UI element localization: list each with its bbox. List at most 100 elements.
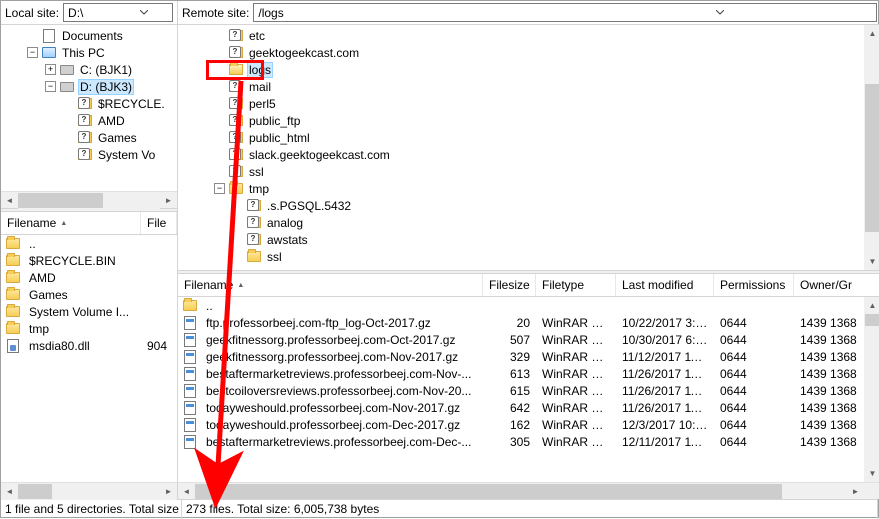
local-file-header[interactable]: Filename File (1, 212, 177, 235)
list-item[interactable]: $RECYCLE.BIN (1, 252, 177, 269)
list-item[interactable]: AMD (1, 269, 177, 286)
file-perms: 0644 (714, 418, 794, 432)
tree-item[interactable]: public_ftp (178, 112, 864, 129)
list-item[interactable]: ftp.professorbeej.com-ftp_log-Oct-2017.g… (178, 314, 864, 331)
list-item[interactable]: .. (1, 235, 177, 252)
list-item[interactable]: bestcoiloversreviews.professorbeej.com-N… (178, 382, 864, 399)
tree-item[interactable]: analog (178, 214, 864, 231)
folder-q-icon (77, 96, 93, 112)
scroll-right-icon[interactable]: ► (160, 192, 177, 209)
tree-item[interactable]: $RECYCLE. (1, 95, 177, 112)
folder-q-icon (228, 164, 244, 180)
local-tree[interactable]: Documents−This PC+C: (BJK1)−D: (BJK3)$RE… (1, 25, 177, 191)
tree-item[interactable]: −D: (BJK3) (1, 78, 177, 95)
file-name: bestaftermarketreviews.professorbeej.com… (200, 435, 483, 449)
col-filename[interactable]: Filename (1, 212, 141, 234)
tree-item[interactable]: logs (178, 61, 864, 78)
col-filesize[interactable]: File (141, 212, 177, 234)
tree-item[interactable]: etc (178, 27, 864, 44)
remote-tree-vscroll[interactable]: ▲ ▼ (864, 25, 879, 270)
file-perms: 0644 (714, 367, 794, 381)
file-name: $RECYCLE.BIN (23, 254, 139, 268)
tree-item[interactable]: System Vo (1, 146, 177, 163)
remote-site-combo[interactable]: /logs (253, 3, 877, 22)
list-item[interactable]: msdia80.dll904 (1, 337, 177, 354)
remote-file-header[interactable]: Filename Filesize Filetype Last modified… (178, 274, 879, 297)
tree-item[interactable]: −tmp (178, 180, 864, 197)
scroll-left-icon[interactable]: ◄ (1, 192, 18, 209)
folder-q-icon (246, 215, 262, 231)
file-modified: 10/22/2017 3:0... (616, 316, 714, 330)
col-modified[interactable]: Last modified (616, 274, 714, 296)
list-item[interactable]: todayweshould.professorbeej.com-Dec-2017… (178, 416, 864, 433)
tree-item[interactable]: mail (178, 78, 864, 95)
scroll-up-icon[interactable]: ▲ (864, 297, 879, 314)
collapse-icon[interactable]: − (214, 183, 225, 194)
file-type: WinRAR ar... (536, 435, 616, 449)
tree-item[interactable]: ssl (178, 248, 864, 265)
scroll-left-icon[interactable]: ◄ (1, 483, 18, 500)
file-modified: 10/30/2017 6:2... (616, 333, 714, 347)
local-site-combo[interactable]: D:\ (63, 3, 173, 22)
list-item[interactable]: geekfitnessorg.professorbeej.com-Oct-201… (178, 331, 864, 348)
folder-q-icon (77, 113, 93, 129)
local-file-list[interactable]: .. $RECYCLE.BINAMDGamesSystem Volume I...… (1, 235, 177, 482)
list-item[interactable]: bestaftermarketreviews.professorbeej.com… (178, 365, 864, 382)
file-perms: 0644 (714, 350, 794, 364)
folder-q-icon (228, 96, 244, 112)
collapse-icon[interactable]: − (27, 47, 38, 58)
list-item[interactable]: todayweshould.professorbeej.com-Nov-2017… (178, 399, 864, 416)
remote-files-vscroll[interactable]: ▲ ▼ (864, 297, 879, 482)
tree-item[interactable]: geektogeekcast.com (178, 44, 864, 61)
col-filetype[interactable]: Filetype (536, 274, 616, 296)
file-owner: 1439 1368 (794, 316, 864, 330)
scroll-down-icon[interactable]: ▼ (864, 465, 879, 482)
col-owner[interactable]: Owner/Gr (794, 274, 879, 296)
local-files-hscroll[interactable]: ◄ ► (1, 482, 177, 499)
scroll-right-icon[interactable]: ► (847, 483, 864, 500)
tree-item[interactable]: Documents (1, 27, 177, 44)
list-item[interactable]: bestaftermarketreviews.professorbeej.com… (178, 433, 864, 450)
scroll-down-icon[interactable]: ▼ (864, 253, 879, 270)
remote-site-label: Remote site: (182, 6, 249, 20)
col-filesize[interactable]: Filesize (483, 274, 536, 296)
tree-item[interactable]: public_html (178, 129, 864, 146)
list-item[interactable]: Games (1, 286, 177, 303)
col-permissions[interactable]: Permissions (714, 274, 794, 296)
tree-item[interactable]: slack.geektogeekcast.com (178, 146, 864, 163)
list-item[interactable]: geekfitnessorg.professorbeej.com-Nov-201… (178, 348, 864, 365)
file-size: 904 (139, 339, 173, 353)
scroll-right-icon[interactable]: ► (160, 483, 177, 500)
expand-icon[interactable]: + (45, 64, 56, 75)
tree-item[interactable]: Games (1, 129, 177, 146)
scroll-left-icon[interactable]: ◄ (178, 483, 195, 500)
tree-item-label: slack.geektogeekcast.com (247, 148, 392, 162)
file-gz-icon (182, 366, 198, 382)
local-tree-hscroll[interactable]: ◄ ► (1, 191, 177, 208)
file-perms: 0644 (714, 384, 794, 398)
col-filename[interactable]: Filename (178, 274, 483, 296)
file-modified: 12/11/2017 11:... (616, 435, 714, 449)
list-item[interactable]: .. (178, 297, 864, 314)
tree-item[interactable]: ssl (178, 163, 864, 180)
remote-files-hscroll[interactable]: ◄ ► (178, 482, 879, 499)
tree-item[interactable]: awstats (178, 231, 864, 248)
list-item[interactable]: System Volume I... (1, 303, 177, 320)
tree-item[interactable]: .s.PGSQL.5432 (178, 197, 864, 214)
file-type: WinRAR ar... (536, 401, 616, 415)
tree-item[interactable]: perl5 (178, 95, 864, 112)
remote-file-list[interactable]: ..ftp.professorbeej.com-ftp_log-Oct-2017… (178, 297, 864, 482)
tree-item[interactable]: AMD (1, 112, 177, 129)
chevron-down-icon[interactable] (565, 6, 874, 20)
remote-tree[interactable]: etcgeektogeekcast.comlogsmailperl5public… (178, 25, 864, 270)
tree-item[interactable]: +C: (BJK1) (1, 61, 177, 78)
chevron-down-icon[interactable] (118, 6, 170, 20)
scroll-up-icon[interactable]: ▲ (864, 25, 879, 42)
tree-item-label: ssl (265, 250, 284, 264)
local-site-bar: Local site: D:\ (1, 1, 177, 25)
tree-item[interactable]: −This PC (1, 44, 177, 61)
list-item[interactable]: tmp (1, 320, 177, 337)
folder-q-icon (246, 198, 262, 214)
tree-item-label: geektogeekcast.com (247, 46, 361, 60)
collapse-icon[interactable]: − (45, 81, 56, 92)
